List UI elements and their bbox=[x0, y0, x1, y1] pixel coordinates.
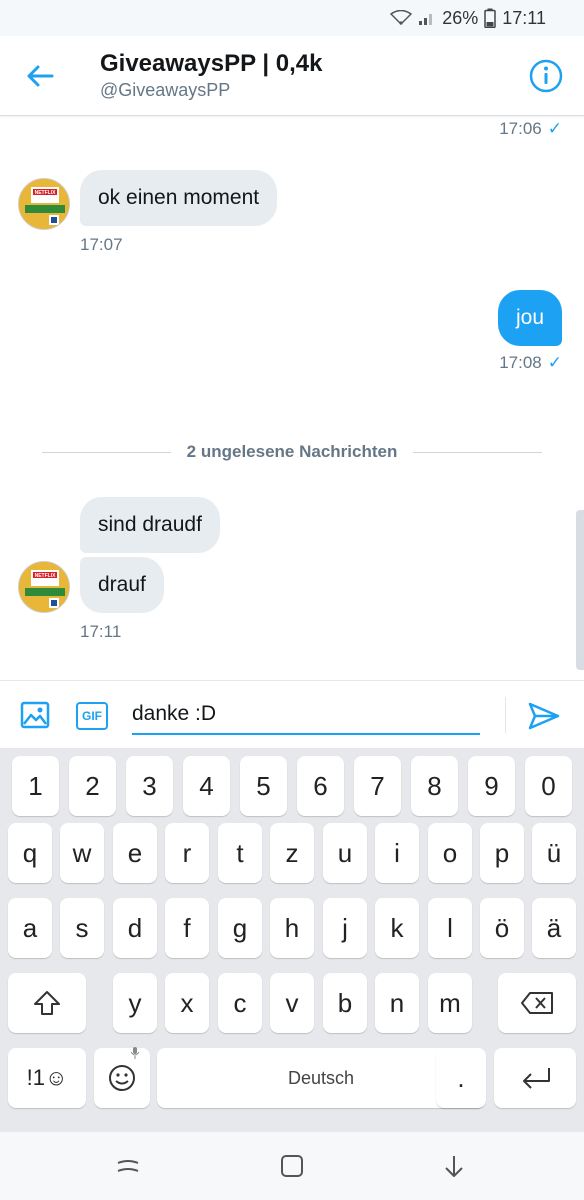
key-oe[interactable]: ö bbox=[480, 898, 524, 958]
period-key[interactable]: . bbox=[436, 1048, 486, 1108]
message-input-wrapper bbox=[132, 695, 480, 735]
key-j[interactable]: j bbox=[323, 898, 367, 958]
back-button[interactable] bbox=[20, 56, 60, 96]
status-time: 17:11 bbox=[502, 7, 546, 28]
avatar-badge-text: NETFLIX bbox=[35, 190, 56, 196]
wifi-icon bbox=[390, 10, 413, 26]
message-input[interactable] bbox=[132, 695, 480, 733]
key-a[interactable]: a bbox=[8, 898, 52, 958]
backspace-key[interactable] bbox=[498, 973, 576, 1033]
key-n[interactable]: n bbox=[375, 973, 419, 1033]
enter-key[interactable] bbox=[494, 1048, 576, 1108]
symbols-key[interactable]: !1☺ bbox=[8, 1048, 86, 1108]
key-4[interactable]: 4 bbox=[183, 756, 230, 816]
key-6[interactable]: 6 bbox=[297, 756, 344, 816]
key-r[interactable]: r bbox=[165, 823, 209, 883]
outgoing-message-bubble[interactable]: jou bbox=[497, 290, 562, 346]
status-bar: 26% 17:11 bbox=[0, 0, 584, 36]
composer-divider bbox=[505, 697, 506, 733]
key-2[interactable]: 2 bbox=[69, 756, 116, 816]
image-icon bbox=[20, 701, 50, 729]
message-time: 17:06 ✓ bbox=[499, 119, 562, 138]
key-e[interactable]: e bbox=[113, 823, 157, 883]
backspace-icon bbox=[521, 992, 553, 1014]
unread-divider: 2 ungelesene Nachrichten bbox=[42, 437, 542, 467]
key-0[interactable]: 0 bbox=[525, 756, 572, 816]
avatar[interactable]: NETFLIX bbox=[18, 178, 70, 230]
key-z[interactable]: z bbox=[270, 823, 314, 883]
message-time: 17:11 bbox=[80, 622, 122, 641]
signal-icon bbox=[418, 10, 436, 26]
conversation-header: GiveawaysPP | 0,4k @GiveawaysPP bbox=[0, 36, 584, 116]
key-5[interactable]: 5 bbox=[240, 756, 287, 816]
key-s[interactable]: s bbox=[60, 898, 104, 958]
emoji-key[interactable] bbox=[94, 1048, 150, 1108]
key-i[interactable]: i bbox=[375, 823, 419, 883]
mic-icon bbox=[130, 1046, 140, 1060]
message-composer: GIF bbox=[0, 680, 584, 748]
message-time: 17:07 bbox=[80, 235, 123, 254]
keyboard: 1 2 3 4 5 6 7 8 9 0 q w e r t z u i o p … bbox=[0, 748, 584, 1132]
home-icon bbox=[281, 1155, 303, 1177]
key-9[interactable]: 9 bbox=[468, 756, 515, 816]
key-p[interactable]: p bbox=[480, 823, 524, 883]
message-time: 17:08 ✓ bbox=[499, 353, 562, 372]
incoming-message-bubble[interactable]: sind draudf bbox=[80, 497, 220, 553]
key-x[interactable]: x bbox=[165, 973, 209, 1033]
read-check-icon: ✓ bbox=[547, 353, 562, 372]
conversation-handle[interactable]: @GiveawaysPP bbox=[100, 80, 230, 101]
battery-percent: 26% bbox=[442, 7, 479, 28]
key-ae[interactable]: ä bbox=[532, 898, 576, 958]
info-button[interactable] bbox=[528, 58, 564, 94]
incoming-message-bubble[interactable]: drauf bbox=[80, 557, 164, 613]
info-icon bbox=[529, 59, 563, 93]
key-1[interactable]: 1 bbox=[12, 756, 59, 816]
add-photo-button[interactable] bbox=[20, 701, 50, 729]
scroll-indicator[interactable] bbox=[576, 510, 584, 670]
key-o[interactable]: o bbox=[428, 823, 472, 883]
key-w[interactable]: w bbox=[60, 823, 104, 883]
key-m[interactable]: m bbox=[428, 973, 472, 1033]
key-c[interactable]: c bbox=[218, 973, 262, 1033]
recent-apps-icon bbox=[117, 1160, 139, 1172]
avatar[interactable]: NETFLIX bbox=[18, 561, 70, 613]
key-u[interactable]: u bbox=[323, 823, 367, 883]
avatar-badge-text: NETFLIX bbox=[35, 573, 56, 579]
key-ue[interactable]: ü bbox=[532, 823, 576, 883]
key-d[interactable]: d bbox=[113, 898, 157, 958]
key-t[interactable]: t bbox=[218, 823, 262, 883]
emoji-icon bbox=[109, 1065, 135, 1091]
key-k[interactable]: k bbox=[375, 898, 419, 958]
key-b[interactable]: b bbox=[323, 973, 367, 1033]
key-h[interactable]: h bbox=[270, 898, 314, 958]
gif-button[interactable]: GIF bbox=[76, 702, 108, 730]
read-check-icon: ✓ bbox=[547, 119, 562, 138]
enter-icon bbox=[523, 1068, 550, 1089]
key-q[interactable]: q bbox=[8, 823, 52, 883]
send-button[interactable] bbox=[528, 701, 560, 731]
key-v[interactable]: v bbox=[270, 973, 314, 1033]
battery-icon bbox=[484, 8, 497, 28]
key-g[interactable]: g bbox=[218, 898, 262, 958]
key-f[interactable]: f bbox=[165, 898, 209, 958]
nav-back-icon bbox=[445, 1156, 463, 1177]
shift-key[interactable] bbox=[8, 973, 86, 1033]
key-l[interactable]: l bbox=[428, 898, 472, 958]
home-button[interactable] bbox=[278, 1152, 306, 1180]
send-icon bbox=[528, 702, 560, 730]
back-nav-button[interactable] bbox=[440, 1152, 468, 1180]
incoming-message-bubble[interactable]: ok einen moment bbox=[80, 170, 278, 226]
back-arrow-icon bbox=[27, 65, 54, 87]
message-list[interactable]: 17:06 ✓ NETFLIX ok einen moment 17:07 jou… bbox=[0, 117, 584, 680]
key-7[interactable]: 7 bbox=[354, 756, 401, 816]
system-navigation-bar bbox=[0, 1132, 584, 1200]
key-y[interactable]: y bbox=[113, 973, 157, 1033]
key-8[interactable]: 8 bbox=[411, 756, 458, 816]
unread-divider-label: 2 ungelesene Nachrichten bbox=[186, 442, 398, 461]
key-3[interactable]: 3 bbox=[126, 756, 173, 816]
recent-apps-button[interactable] bbox=[114, 1152, 142, 1180]
conversation-title[interactable]: GiveawaysPP | 0,4k bbox=[100, 50, 322, 78]
shift-icon bbox=[34, 991, 60, 1015]
